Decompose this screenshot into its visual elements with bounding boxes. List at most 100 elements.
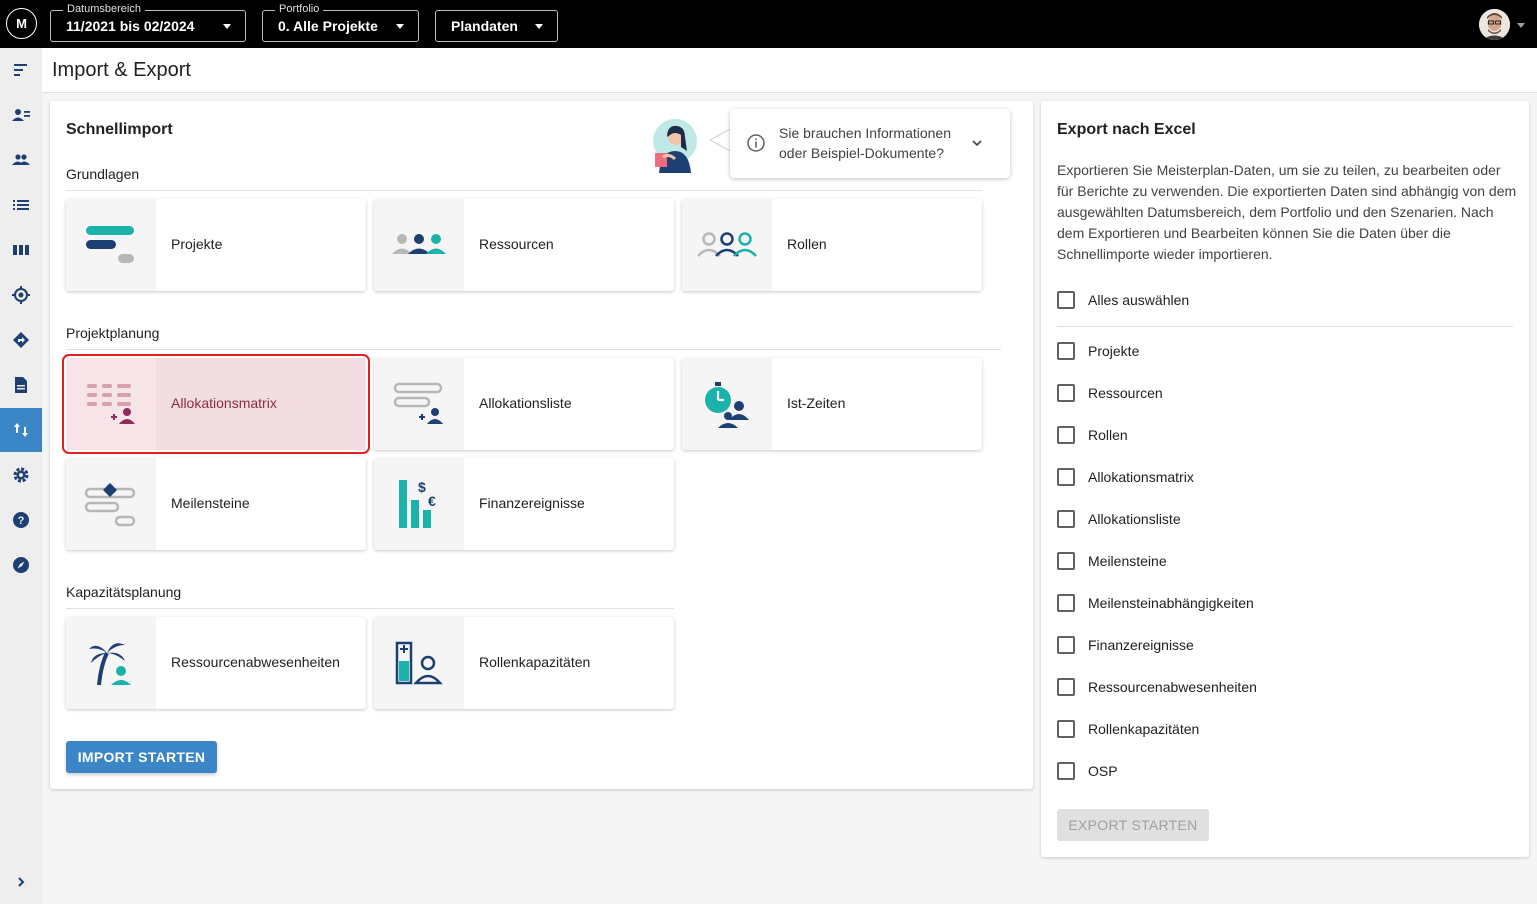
export-card: Export nach Excel Exportieren Sie Meiste… xyxy=(1041,101,1529,857)
export-option-label: Meilensteinabhängigkeiten xyxy=(1088,595,1254,611)
export-option-ressourcen[interactable]: Ressourcen xyxy=(1057,383,1163,403)
sidebar-item-direction[interactable] xyxy=(0,318,42,362)
export-option-osp[interactable]: OSP xyxy=(1057,761,1118,781)
tile-label: Ist-Zeiten xyxy=(787,395,846,411)
date-range-value: 11/2021 bis 02/2024 xyxy=(66,18,195,34)
plandaten-value: Plandaten xyxy=(451,18,518,34)
plandaten-select[interactable]: Plandaten xyxy=(435,10,558,42)
settings-icon xyxy=(13,467,29,483)
export-option-projekte[interactable]: Projekte xyxy=(1057,341,1139,361)
export-checkbox[interactable] xyxy=(1057,342,1075,360)
sidebar: ? xyxy=(0,48,42,904)
import-tile-projekte[interactable]: Projekte xyxy=(66,199,366,291)
sidebar-item-columns[interactable] xyxy=(0,228,42,272)
sidebar-item-resources[interactable] xyxy=(0,93,42,137)
sidebar-expand-button[interactable] xyxy=(0,860,42,904)
allocation-matrix-icon xyxy=(87,384,135,424)
tile-icon-area xyxy=(374,199,464,291)
select-all-checkbox[interactable] xyxy=(1057,291,1075,309)
svg-text:$: $ xyxy=(418,479,426,495)
milestones-icon xyxy=(84,483,136,527)
user-avatar[interactable] xyxy=(1479,9,1510,40)
export-option-allokationsmatrix[interactable]: Allokationsmatrix xyxy=(1057,467,1194,487)
tile-label: Rollenkapazitäten xyxy=(479,654,591,670)
list-icon xyxy=(13,200,29,210)
sidebar-item-list[interactable] xyxy=(0,183,42,227)
export-checkbox[interactable] xyxy=(1057,384,1075,402)
sidebar-item-import-export[interactable] xyxy=(0,408,42,452)
schnellimport-card: Schnellimport Sie brauchen Informationen… xyxy=(50,101,1033,789)
export-checkbox[interactable] xyxy=(1057,510,1075,528)
import-tile-allokationsmatrix[interactable]: Allokationsmatrix xyxy=(62,354,370,454)
import-tile-finanzereignisse[interactable]: $ € Finanzereignisse xyxy=(374,458,674,550)
portfolio-select[interactable]: Portfolio 0. Alle Projekte xyxy=(262,3,419,42)
export-checkbox[interactable] xyxy=(1057,552,1075,570)
export-option-rollenkapazitaeten[interactable]: Rollenkapazitäten xyxy=(1057,719,1199,739)
export-divider xyxy=(1057,326,1513,327)
export-checkbox[interactable] xyxy=(1057,762,1075,780)
export-checkbox[interactable] xyxy=(1057,720,1075,738)
portfolio-legend: Portfolio xyxy=(275,3,324,15)
export-option-ressourcenabwesenheiten[interactable]: Ressourcenabwesenheiten xyxy=(1057,677,1257,697)
export-checkbox[interactable] xyxy=(1057,468,1075,486)
import-start-button[interactable]: IMPORT STARTEN xyxy=(66,741,217,773)
export-checkbox[interactable] xyxy=(1057,426,1075,444)
logo-text: M xyxy=(16,16,27,31)
export-checkbox[interactable] xyxy=(1057,594,1075,612)
export-option-label: Ressourcen xyxy=(1088,385,1163,401)
sidebar-item-teams[interactable] xyxy=(0,138,42,182)
section-label-projektplanung: Projektplanung xyxy=(66,325,160,341)
allocation-list-icon xyxy=(393,382,443,424)
export-option-meilensteinabhaengigkeiten[interactable]: Meilensteinabhängigkeiten xyxy=(1057,593,1254,613)
tile-label: Ressourcen xyxy=(479,236,554,252)
import-tile-ist-zeiten[interactable]: Ist-Zeiten xyxy=(682,358,982,450)
export-option-label: Projekte xyxy=(1088,343,1140,359)
app-logo[interactable]: M xyxy=(6,8,37,39)
export-description: Exportieren Sie Meisterplan-Daten, um si… xyxy=(1057,162,1517,262)
tile-label: Finanzereignisse xyxy=(479,495,585,511)
info-pointer xyxy=(708,129,730,151)
export-checkbox[interactable] xyxy=(1057,636,1075,654)
export-option-label: Allokationsmatrix xyxy=(1088,469,1194,485)
page-header: Import & Export xyxy=(42,48,1537,93)
portfolio-value: 0. Alle Projekte xyxy=(278,18,378,34)
export-checkbox[interactable] xyxy=(1057,678,1075,696)
section-divider xyxy=(66,608,674,609)
people-icon xyxy=(12,154,30,165)
columns-icon xyxy=(13,245,29,255)
sidebar-item-documents[interactable] xyxy=(0,363,42,407)
tile-icon-area: $ € xyxy=(374,458,464,550)
tile-icon-area xyxy=(66,199,156,291)
import-tile-rollen[interactable]: Rollen xyxy=(682,199,982,291)
sidebar-item-settings[interactable] xyxy=(0,453,42,497)
sidebar-item-explore[interactable] xyxy=(0,543,42,587)
tile-label: Projekte xyxy=(171,236,223,252)
sidebar-item-target[interactable] xyxy=(0,273,42,317)
export-option-label: Rollen xyxy=(1088,427,1128,443)
tile-icon-area xyxy=(374,617,464,709)
import-tile-rollenkapazitaeten[interactable]: Rollenkapazitäten xyxy=(374,617,674,709)
sidebar-item-menu[interactable] xyxy=(0,48,42,92)
export-option-rollen[interactable]: Rollen xyxy=(1057,425,1128,445)
import-tile-ressourcen[interactable]: Ressourcen xyxy=(374,199,674,291)
export-option-finanzereignisse[interactable]: Finanzereignisse xyxy=(1057,635,1194,655)
export-start-button[interactable]: EXPORT STARTEN xyxy=(1057,809,1209,841)
import-export-icon xyxy=(14,423,28,437)
import-tile-allokationsliste[interactable]: Allokationsliste xyxy=(374,358,674,450)
chevron-down-icon[interactable] xyxy=(970,136,984,150)
select-all-row[interactable]: Alles auswählen xyxy=(1057,290,1189,310)
import-tile-ressourcenabwesenheiten[interactable]: Ressourcenabwesenheiten xyxy=(66,617,366,709)
export-option-allokationsliste[interactable]: Allokationsliste xyxy=(1057,509,1181,529)
info-box[interactable]: Sie brauchen Informationen oder Beispiel… xyxy=(730,109,1010,178)
date-range-select[interactable]: Datumsbereich 11/2021 bis 02/2024 xyxy=(50,3,246,42)
select-all-label: Alles auswählen xyxy=(1088,292,1190,308)
document-icon xyxy=(15,377,27,393)
tile-icon-area xyxy=(66,458,156,550)
svg-text:?: ? xyxy=(18,515,25,527)
export-option-meilensteine[interactable]: Meilensteine xyxy=(1057,551,1167,571)
sidebar-item-help[interactable]: ? xyxy=(0,498,42,542)
import-tile-meilensteine[interactable]: Meilensteine xyxy=(66,458,366,550)
user-menu-chevron-icon[interactable] xyxy=(1517,23,1525,28)
finance-chart-icon: $ € xyxy=(399,479,436,528)
tile-icon-area xyxy=(682,199,772,291)
